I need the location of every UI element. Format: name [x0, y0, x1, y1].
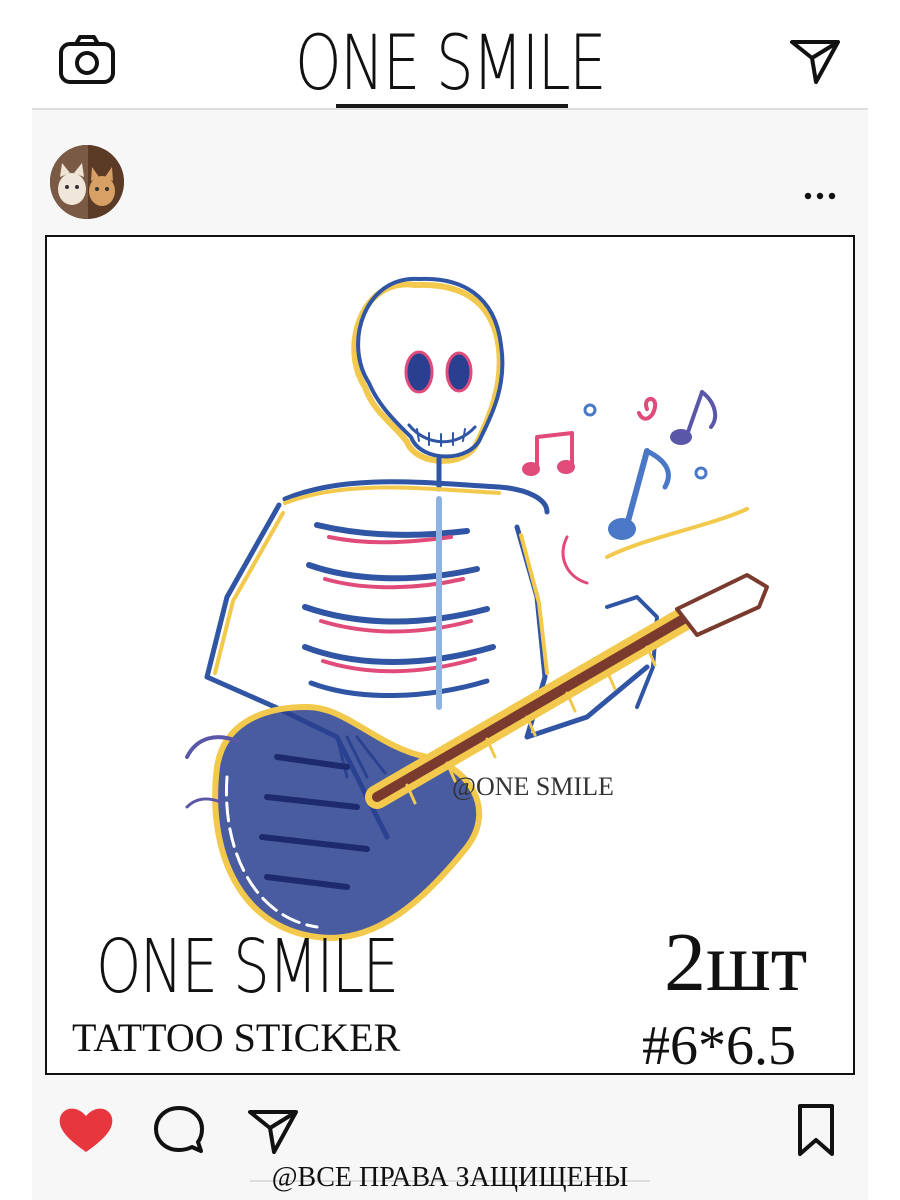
comment-button[interactable]: [152, 1104, 206, 1156]
product-size: #6*6.5: [642, 1015, 796, 1077]
copyright-text: @ВСЕ ПРАВА ЗАЩИЩЕНЫ: [271, 1162, 629, 1193]
product-subtitle: TATTOO STICKER: [72, 1015, 401, 1060]
send-icon: [248, 1110, 298, 1154]
heart-icon: [59, 1108, 113, 1152]
save-button[interactable]: [796, 1102, 836, 1158]
send-icon: [790, 40, 840, 84]
product-count: 2шт: [664, 916, 808, 1009]
avatar-cats-icon: [50, 145, 124, 219]
more-options-button[interactable]: [800, 186, 840, 206]
share-button[interactable]: [244, 1104, 302, 1156]
product-brand: ONE SMILE: [96, 924, 399, 1010]
comment-icon: [154, 1106, 204, 1153]
like-button[interactable]: [56, 1104, 116, 1156]
bookmark-icon: [798, 1104, 834, 1156]
camera-icon: [59, 35, 115, 84]
title-underline: [336, 104, 568, 108]
camera-button[interactable]: [58, 34, 116, 86]
app-title: ONE SMILE: [294, 18, 607, 107]
avatar[interactable]: [50, 145, 124, 219]
post-watermark: @ONE SMILE: [452, 772, 614, 801]
more-dots-icon: [804, 192, 836, 200]
direct-message-button[interactable]: [786, 34, 844, 86]
